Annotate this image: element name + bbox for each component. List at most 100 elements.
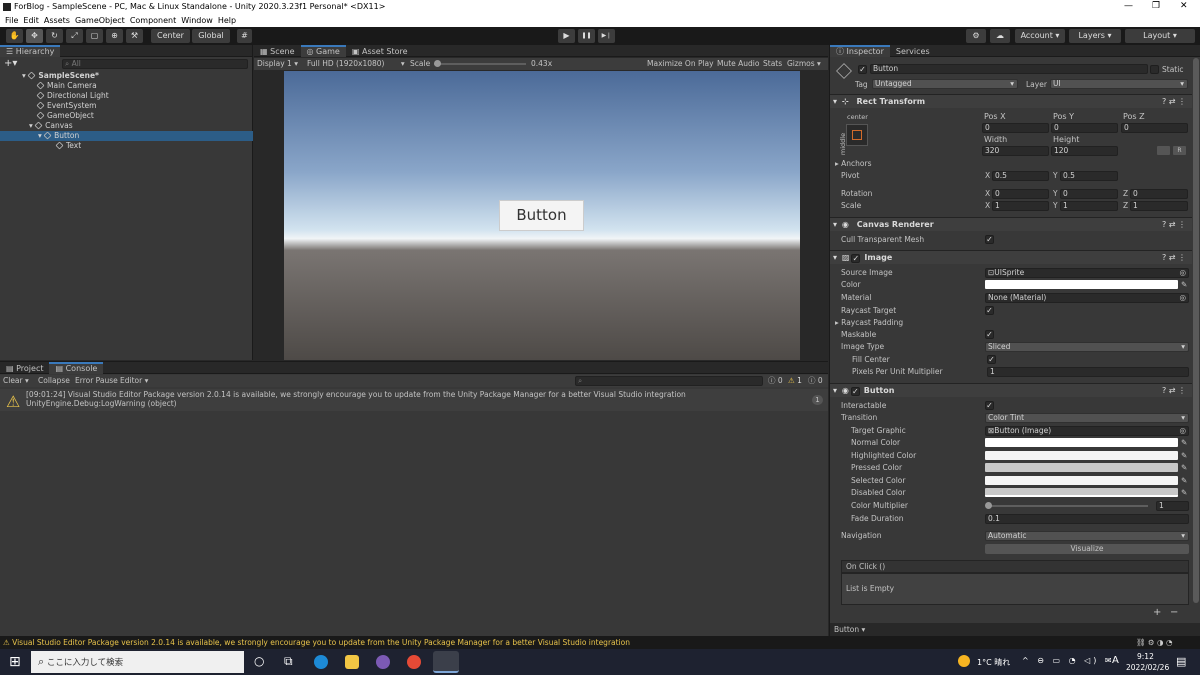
component-menu-icon[interactable]: ? ⇄ ⋮ <box>1162 218 1186 232</box>
cloud-icon[interactable]: ☁ <box>990 29 1010 43</box>
hierarchy-item-samplescene[interactable]: ▾ SampleScene* <box>0 71 253 81</box>
posx-field[interactable]: 0 <box>982 123 1049 133</box>
normal-color-swatch[interactable] <box>985 438 1178 447</box>
clear-button[interactable]: Clear ▾ <box>3 375 29 387</box>
anchors-row[interactable]: ▸ Anchors <box>830 158 1192 170</box>
account-dropdown[interactable]: Account ▾ <box>1015 29 1065 43</box>
inspector-scrollbar[interactable] <box>1193 58 1199 603</box>
color-multiplier-handle[interactable] <box>985 502 992 509</box>
info-count[interactable]: ⓘ 0 <box>768 375 783 387</box>
rotate-tool-icon[interactable]: ↻ <box>46 29 63 43</box>
warning-count[interactable]: ⚠ 1 <box>788 375 802 387</box>
tab-scene[interactable]: ▦ Scene <box>254 46 301 58</box>
game-ui-button[interactable]: Button <box>499 200 584 231</box>
disabled-color-swatch[interactable] <box>985 488 1178 497</box>
play-button[interactable]: ▶ <box>558 29 575 43</box>
raycast-target-checkbox[interactable]: ✓ <box>985 306 994 315</box>
layout-dropdown[interactable]: Layout ▾ <box>1125 29 1195 43</box>
editor-dropdown[interactable]: Editor ▾ <box>120 375 148 387</box>
custom-tool-icon[interactable]: ⚒ <box>126 29 143 43</box>
menu-gameobject[interactable]: GameObject <box>75 14 125 27</box>
status-bar[interactable]: ⚠ Visual Studio Editor Package version 2… <box>0 636 1200 649</box>
hierarchy-item-canvas[interactable]: ▾ Canvas <box>0 121 253 131</box>
tab-inspector[interactable]: ⓘ Inspector <box>830 45 890 57</box>
ppu-field[interactable]: 1 <box>987 367 1189 377</box>
hierarchy-item-button[interactable]: ▾ Button <box>0 131 253 141</box>
close-button[interactable]: ✕ <box>1180 1 1188 11</box>
tab-game[interactable]: ◎ Game <box>300 45 346 57</box>
source-image-field[interactable]: ⊡UISprite ◎ <box>985 268 1189 278</box>
console-log-entry[interactable]: ⚠ [09:01:24] Visual Studio Editor Packag… <box>0 389 828 411</box>
button-enabled-checkbox[interactable]: ✓ <box>850 387 860 396</box>
scale-slider-handle[interactable] <box>434 60 441 67</box>
browser-icon[interactable] <box>407 655 421 669</box>
explorer-icon[interactable] <box>345 655 359 669</box>
console-search-input[interactable]: ⌕ <box>575 376 763 386</box>
transform-tool-icon[interactable]: ⊕ <box>106 29 123 43</box>
eyedropper-icon[interactable]: ✎ <box>1181 437 1187 449</box>
hierarchy-item-main-camera[interactable]: Main Camera <box>0 81 253 91</box>
tab-services[interactable]: Services <box>890 46 936 58</box>
minimize-button[interactable]: — <box>1124 1 1133 11</box>
maximize-button[interactable]: ❐ <box>1152 1 1160 11</box>
blueprint-mode-button[interactable] <box>1157 146 1170 155</box>
eyedropper-icon[interactable]: ✎ <box>1181 487 1187 499</box>
target-graphic-field[interactable]: ⊠Button (Image) ◎ <box>985 426 1189 436</box>
posy-field[interactable]: 0 <box>1051 123 1118 133</box>
material-field[interactable]: None (Material) ◎ <box>985 293 1189 303</box>
image-header[interactable]: ▾ ▨ ✓ Image? ⇄ ⋮ <box>830 250 1192 264</box>
height-field[interactable]: 120 <box>1051 146 1118 156</box>
global-local-toggle[interactable]: Global <box>192 29 230 43</box>
mute-audio-toggle[interactable]: Mute Audio <box>717 58 759 70</box>
remove-event-button[interactable]: − <box>1170 607 1178 618</box>
active-checkbox[interactable]: ✓ <box>858 65 867 74</box>
tab-hierarchy[interactable]: ☰ Hierarchy <box>0 45 61 57</box>
interactable-checkbox[interactable]: ✓ <box>985 401 994 410</box>
error-count[interactable]: ⓘ 0 <box>808 375 823 387</box>
scale-y-field[interactable]: 1 <box>1060 201 1118 211</box>
step-button[interactable]: ▶❘ <box>598 29 615 43</box>
color-swatch[interactable] <box>985 280 1178 289</box>
rotation-z-field[interactable]: 0 <box>1130 189 1188 199</box>
rotation-y-field[interactable]: 0 <box>1060 189 1118 199</box>
cortana-icon[interactable]: ○ <box>254 654 264 668</box>
eyedropper-icon[interactable]: ✎ <box>1181 475 1187 487</box>
add-event-button[interactable]: + <box>1153 607 1161 618</box>
hierarchy-item-text[interactable]: Text <box>0 141 253 151</box>
hierarchy-item-eventsystem[interactable]: EventSystem <box>0 101 253 111</box>
anchor-preset-button[interactable] <box>846 124 868 146</box>
edge-icon[interactable] <box>314 655 328 669</box>
selected-color-swatch[interactable] <box>985 476 1178 485</box>
menu-edit[interactable]: Edit <box>23 14 39 27</box>
menu-help[interactable]: Help <box>218 14 236 27</box>
component-menu-icon[interactable]: ? ⇄ ⋮ <box>1162 384 1186 398</box>
hierarchy-add-button[interactable]: +▾ <box>4 58 17 69</box>
display-dropdown[interactable]: Display 1 ▾ <box>257 58 298 70</box>
rect-tool-icon[interactable]: ▢ <box>86 29 103 43</box>
unity-app-icon[interactable] <box>433 651 459 673</box>
pause-button[interactable]: ❚❚ <box>578 29 595 43</box>
layers-dropdown[interactable]: Layers ▾ <box>1069 29 1121 43</box>
menu-component[interactable]: Component <box>130 14 176 27</box>
system-tray-icons[interactable]: ^ ⊖ ▭ ◔ ◁) ✉ <box>1022 656 1115 665</box>
tab-console[interactable]: ▤ Console <box>49 362 104 374</box>
image-enabled-checkbox[interactable]: ✓ <box>851 254 861 263</box>
scale-slider-track[interactable] <box>434 63 526 65</box>
menu-window[interactable]: Window <box>181 14 213 27</box>
pivot-x-field[interactable]: 0.5 <box>992 171 1049 181</box>
taskbar-search-input[interactable]: ⌕ ここに入力して検索 <box>31 651 244 673</box>
scale-z-field[interactable]: 1 <box>1130 201 1188 211</box>
windows-start-icon[interactable]: ⊞ <box>9 654 21 670</box>
scale-x-field[interactable]: 1 <box>992 201 1049 211</box>
collapse-button[interactable]: Collapse <box>38 375 70 387</box>
visualize-button[interactable]: Visualize <box>985 544 1189 554</box>
stats-toggle[interactable]: Stats <box>763 58 782 70</box>
menu-assets[interactable]: Assets <box>44 14 70 27</box>
pivot-center-toggle[interactable]: Center <box>151 29 190 43</box>
move-tool-icon[interactable]: ✥ <box>26 29 43 43</box>
tab-project[interactable]: ▤ Project <box>0 363 49 375</box>
color-multiplier-field[interactable]: 1 <box>1156 501 1189 511</box>
raycast-padding-row[interactable]: ▸ Raycast Padding <box>830 317 1192 329</box>
transition-dropdown[interactable]: Color Tint ▾ <box>985 413 1189 423</box>
raw-edit-button[interactable]: R <box>1173 146 1186 155</box>
